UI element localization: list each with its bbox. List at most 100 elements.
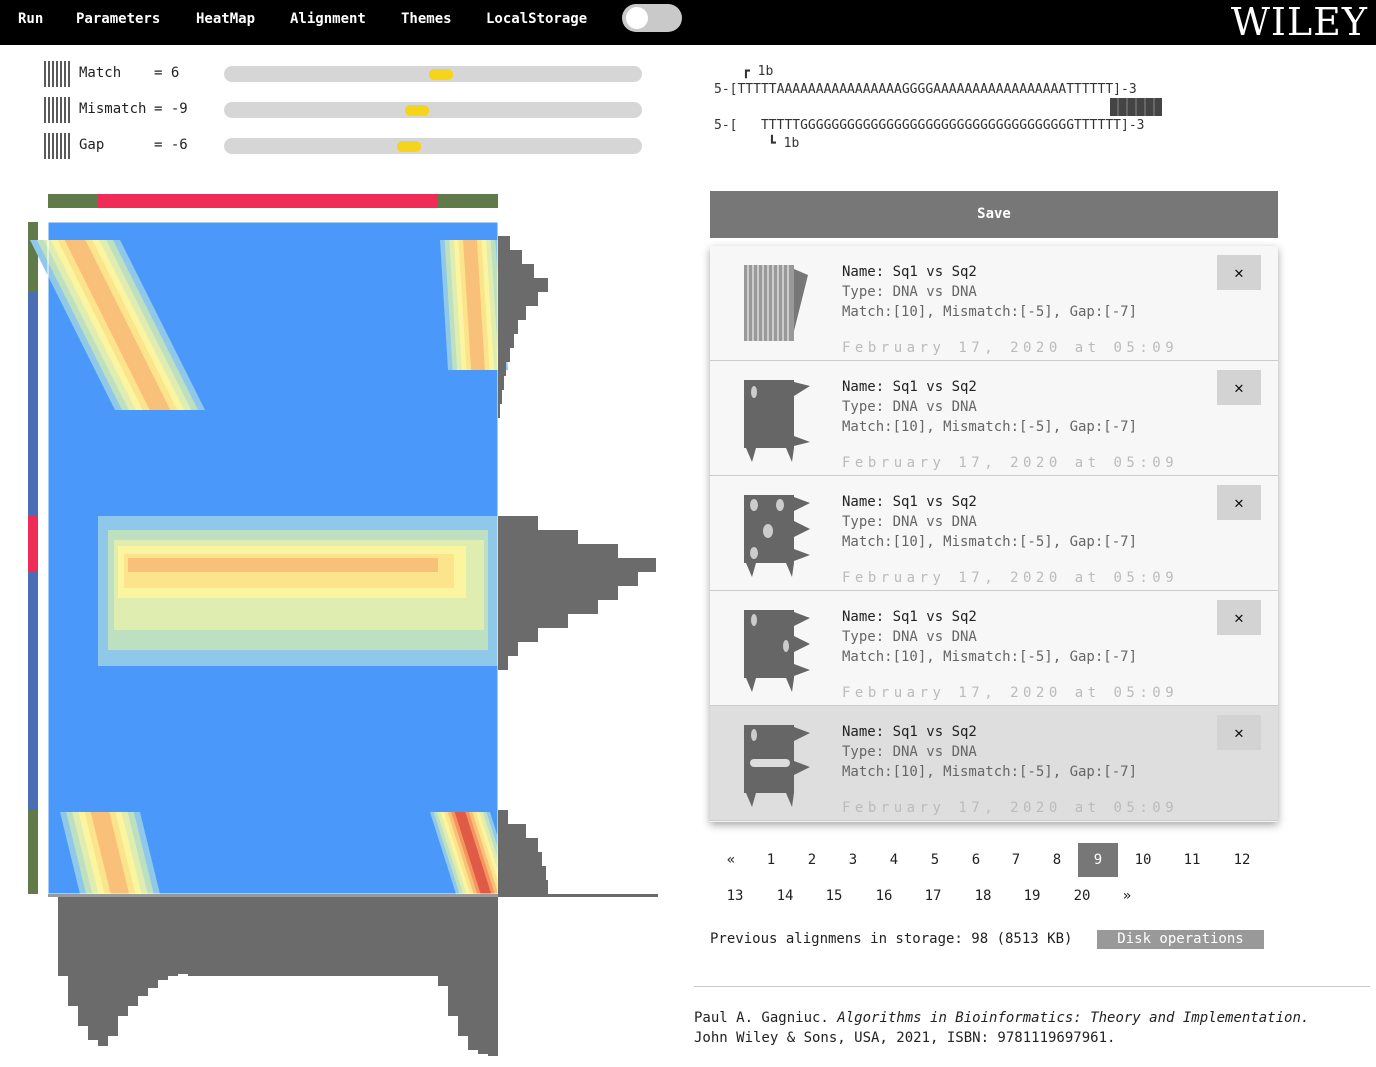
- delete-record-button[interactable]: ✕: [1217, 715, 1261, 750]
- row-profile-bar: [498, 600, 598, 614]
- record-item[interactable]: Name: Sq1 vs Sq2 Type: DNA vs DNA Match:…: [710, 476, 1278, 591]
- column-profile-bar: [468, 896, 478, 1050]
- seq-bar-left-segment: [28, 516, 38, 572]
- row-profile-bar: [498, 642, 518, 656]
- page-6[interactable]: 6: [956, 843, 996, 877]
- record-item-selected[interactable]: Name: Sq1 vs Sq2 Type: DNA vs DNA Match:…: [710, 706, 1278, 821]
- storage-info: Previous alignmens in storage: 98 (8513 …: [710, 931, 1073, 947]
- row-profile-bar: [498, 866, 546, 880]
- page-3[interactable]: 3: [833, 843, 873, 877]
- column-profile-bar: [478, 896, 488, 1054]
- column-profile-bar: [138, 896, 148, 996]
- page-5[interactable]: 5: [915, 843, 955, 877]
- page-19[interactable]: 19: [1012, 879, 1052, 913]
- page-18[interactable]: 18: [963, 879, 1003, 913]
- row-profile-bar: [498, 852, 542, 866]
- seq-bar-left-segment: [28, 572, 38, 810]
- row-profile-bar: [498, 614, 568, 628]
- row-profile-bar: [498, 824, 526, 838]
- row-profile-bar: [498, 390, 502, 404]
- page-prev[interactable]: «: [711, 843, 751, 877]
- record-name: Name: Sq1 vs Sq2: [842, 609, 977, 625]
- citation-author: Paul A. Gagniuc.: [694, 1010, 838, 1026]
- page-12[interactable]: 12: [1222, 843, 1262, 877]
- row-profile-bar: [498, 586, 618, 600]
- delete-record-button[interactable]: ✕: [1217, 255, 1261, 290]
- row-profile-bar: [498, 278, 548, 292]
- column-profile-bar: [118, 896, 128, 1016]
- page-10[interactable]: 10: [1123, 843, 1163, 877]
- page-15[interactable]: 15: [814, 879, 854, 913]
- record-params: Match:[10], Mismatch:[-5], Gap:[-7]: [842, 764, 1138, 780]
- record-type: Type: DNA vs DNA: [842, 284, 977, 300]
- saved-alignments-list: Name: Sq1 vs Sq2 Type: DNA vs DNA Match:…: [710, 246, 1278, 822]
- row-profile-bar: [498, 362, 506, 376]
- page-20[interactable]: 20: [1062, 879, 1102, 913]
- delete-record-button[interactable]: ✕: [1217, 485, 1261, 520]
- page-17[interactable]: 17: [913, 879, 953, 913]
- page-13[interactable]: 13: [715, 879, 755, 913]
- record-date: February 17, 2020 at 05:09: [842, 340, 1179, 356]
- alignment-thumbnail-icon: [744, 725, 810, 807]
- seq-bar-top-segment: [438, 194, 498, 208]
- row-profile-baseline: [498, 894, 658, 897]
- delete-record-button[interactable]: ✕: [1217, 600, 1261, 635]
- column-profile-bar: [58, 896, 68, 976]
- citation: Paul A. Gagniuc. Algorithms in Bioinform…: [694, 1008, 1309, 1048]
- page-4[interactable]: 4: [874, 843, 914, 877]
- column-profile-bar: [108, 896, 118, 1036]
- column-profile-bar: [98, 896, 108, 1046]
- record-type: Type: DNA vs DNA: [842, 514, 977, 530]
- page-2[interactable]: 2: [792, 843, 832, 877]
- page-1[interactable]: 1: [751, 843, 791, 877]
- record-name: Name: Sq1 vs Sq2: [842, 264, 977, 280]
- record-item[interactable]: Name: Sq1 vs Sq2 Type: DNA vs DNA Match:…: [710, 591, 1278, 706]
- seq-bar-left-segment: [28, 810, 38, 894]
- seq-bar-top-segment: [98, 194, 438, 208]
- record-date: February 17, 2020 at 05:09: [842, 455, 1179, 471]
- record-type: Type: DNA vs DNA: [842, 744, 977, 760]
- page-7[interactable]: 7: [996, 843, 1036, 877]
- divider: [694, 986, 1370, 987]
- record-item[interactable]: Name: Sq1 vs Sq2 Type: DNA vs DNA Match:…: [710, 361, 1278, 476]
- page-11[interactable]: 11: [1172, 843, 1212, 877]
- record-name: Name: Sq1 vs Sq2: [842, 379, 977, 395]
- record-params: Match:[10], Mismatch:[-5], Gap:[-7]: [842, 419, 1138, 435]
- delete-record-button[interactable]: ✕: [1217, 370, 1261, 405]
- row-profile-bar: [498, 656, 508, 670]
- citation-title: Algorithms in Bioinformatics: Theory and…: [837, 1010, 1310, 1026]
- record-params: Match:[10], Mismatch:[-5], Gap:[-7]: [842, 649, 1138, 665]
- column-profile-bar: [448, 896, 458, 1016]
- column-profile-bar: [438, 896, 448, 986]
- record-params: Match:[10], Mismatch:[-5], Gap:[-7]: [842, 534, 1138, 550]
- row-profile-bar: [498, 628, 538, 642]
- row-profile-bar: [498, 838, 538, 852]
- page-9[interactable]: 9: [1078, 843, 1118, 877]
- column-profile-bar: [168, 896, 178, 976]
- alignment-seq1: 5-[TTTTTAAAAAAAAAAAAAAAAGGGGAAAAAAAAAAAA…: [714, 82, 1137, 97]
- row-profile-bar: [498, 250, 522, 264]
- brand-logo: WILEY: [1230, 0, 1368, 44]
- column-profile-bar: [488, 896, 498, 1056]
- row-profile-bar: [498, 880, 548, 894]
- page-16[interactable]: 16: [864, 879, 904, 913]
- save-button[interactable]: Save: [710, 191, 1278, 238]
- record-date: February 17, 2020 at 05:09: [842, 570, 1179, 586]
- record-type: Type: DNA vs DNA: [842, 629, 977, 645]
- disk-operations-button[interactable]: Disk operations: [1097, 930, 1264, 949]
- column-profile-bar: [78, 896, 88, 1026]
- alignment-seq2: 5-[ TTTTTGGGGGGGGGGGGGGGGGGGGGGGGGGGGGGG…: [714, 118, 1145, 133]
- record-name: Name: Sq1 vs Sq2: [842, 724, 977, 740]
- alignment-thumbnail-icon: [744, 610, 810, 692]
- alignment-start-marker-bottom: ┗ 1b: [768, 136, 800, 151]
- page-next[interactable]: »: [1107, 879, 1147, 913]
- row-profile-bar: [498, 334, 514, 348]
- seq-bar-left-segment: [28, 292, 38, 516]
- record-params: Match:[10], Mismatch:[-5], Gap:[-7]: [842, 304, 1138, 320]
- record-item[interactable]: Name: Sq1 vs Sq2 Type: DNA vs DNA Match:…: [710, 246, 1278, 361]
- row-profile-bar: [498, 544, 618, 558]
- page-14[interactable]: 14: [765, 879, 805, 913]
- row-profile-bar: [498, 292, 538, 306]
- page-8[interactable]: 8: [1037, 843, 1077, 877]
- alignment-match-bar: [1110, 98, 1162, 116]
